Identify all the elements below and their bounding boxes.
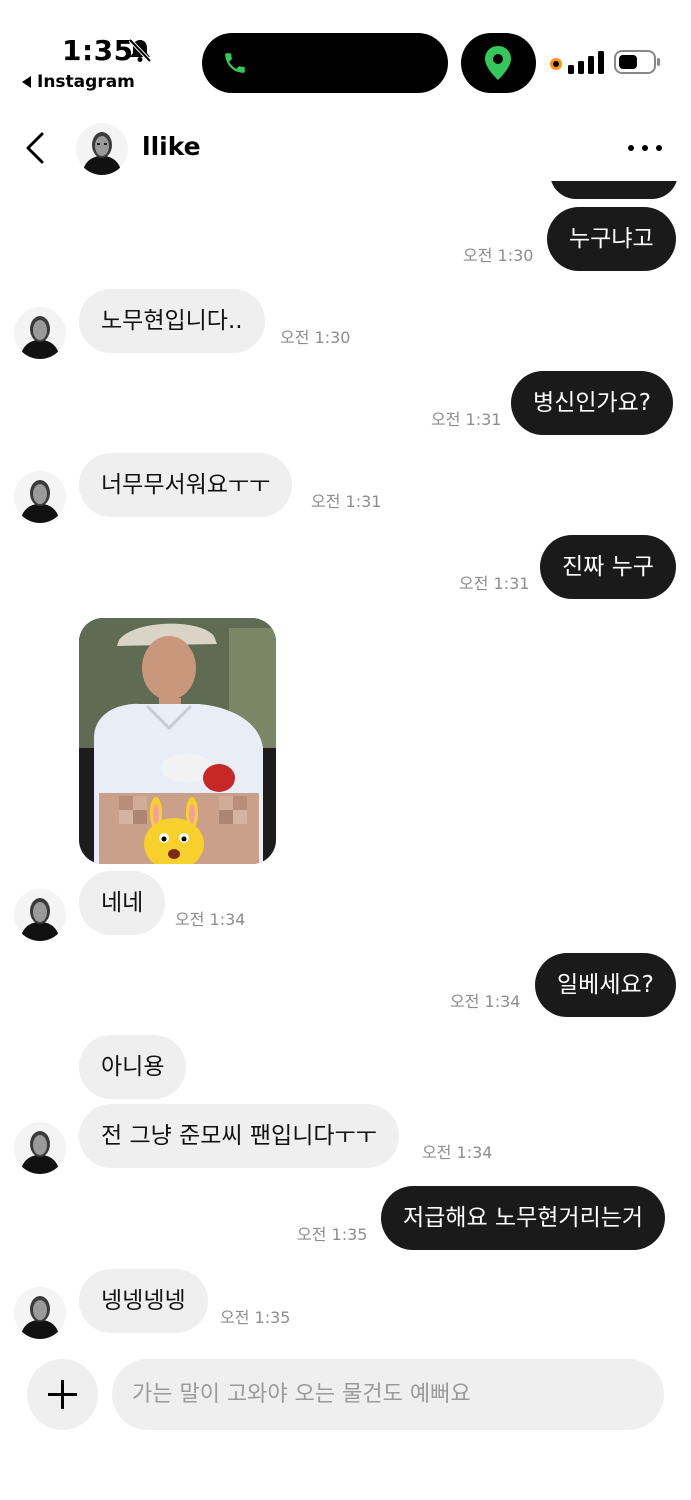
timestamp: 오전 1:34 bbox=[175, 910, 246, 929]
avatar-portrait-icon bbox=[14, 1122, 66, 1174]
contact-avatar[interactable] bbox=[14, 889, 66, 941]
back-triangle-icon bbox=[22, 76, 31, 88]
timestamp: 오전 1:30 bbox=[463, 246, 534, 265]
timestamp: 오전 1:35 bbox=[220, 1308, 291, 1327]
status-bar: 1:35 Instagram bbox=[0, 0, 691, 110]
back-to-app-link[interactable]: Instagram bbox=[22, 72, 135, 92]
dynamic-island-call[interactable] bbox=[202, 33, 448, 93]
avatar-portrait-icon bbox=[14, 889, 66, 941]
message-bubble-incoming[interactable]: 넹넹넹넹 bbox=[79, 1269, 208, 1333]
phone-icon bbox=[225, 53, 245, 73]
battery-icon bbox=[614, 50, 660, 74]
timestamp: 오전 1:31 bbox=[431, 410, 502, 429]
contact-avatar[interactable] bbox=[14, 471, 66, 523]
photo-message[interactable] bbox=[79, 618, 276, 864]
message-bubble-outgoing[interactable]: 저급해요 노무현거리는거 bbox=[381, 1186, 666, 1250]
message-bubble-incoming[interactable]: 아니용 bbox=[79, 1035, 187, 1099]
contact-avatar[interactable] bbox=[14, 307, 66, 359]
timestamp: 오전 1:34 bbox=[422, 1143, 493, 1162]
message-bubble-outgoing[interactable]: 병신인가요? bbox=[511, 371, 674, 435]
timestamp: 오전 1:34 bbox=[450, 992, 521, 1011]
message-bubble-outgoing[interactable]: 일베세요? bbox=[535, 953, 676, 1017]
timestamp: 오전 1:31 bbox=[459, 574, 530, 593]
timestamp: 오전 1:35 bbox=[297, 1225, 368, 1244]
contact-avatar[interactable] bbox=[14, 1122, 66, 1174]
status-time: 1:35 bbox=[62, 34, 134, 67]
cellular-signal-icon bbox=[550, 51, 604, 74]
back-app-label: Instagram bbox=[37, 72, 135, 92]
avatar-portrait-icon bbox=[76, 123, 128, 175]
message-bubble-incoming[interactable]: 네네 bbox=[79, 871, 166, 935]
silent-bell-icon bbox=[128, 38, 152, 63]
avatar-portrait-icon bbox=[14, 471, 66, 523]
message-bubble-outgoing[interactable]: 누구냐고 bbox=[547, 207, 676, 271]
more-options-icon[interactable] bbox=[628, 143, 662, 153]
message-bubble-incoming[interactable]: 너무무서워요ㅜㅜ bbox=[79, 453, 293, 517]
message-bubble-incoming[interactable]: 전 그냥 준모씨 팬입니다ㅜㅜ bbox=[79, 1104, 399, 1168]
timestamp: 오전 1:30 bbox=[280, 328, 351, 347]
message-bubble-partial[interactable] bbox=[550, 181, 678, 199]
location-pill[interactable] bbox=[461, 33, 536, 93]
chat-header: llike bbox=[0, 115, 691, 181]
timestamp: 오전 1:31 bbox=[311, 492, 382, 511]
location-pin-icon bbox=[485, 46, 511, 80]
message-input[interactable] bbox=[112, 1359, 664, 1430]
message-bubble-outgoing[interactable]: 진짜 누구 bbox=[540, 535, 676, 599]
contact-name[interactable]: llike bbox=[142, 132, 201, 161]
avatar-portrait-icon bbox=[14, 1287, 66, 1339]
message-bubble-incoming[interactable]: 노무현입니다.. bbox=[79, 289, 265, 353]
contact-avatar[interactable] bbox=[76, 123, 128, 175]
add-attachment-button[interactable] bbox=[27, 1359, 98, 1430]
contact-avatar[interactable] bbox=[14, 1287, 66, 1339]
message-thread[interactable]: 오전 1:30 누구냐고 노무현입니다.. 오전 1:30 오전 1:31 병신… bbox=[0, 181, 691, 1351]
message-composer bbox=[0, 1352, 691, 1442]
back-chevron-icon[interactable] bbox=[20, 129, 52, 167]
photo-image bbox=[79, 618, 276, 864]
avatar-portrait-icon bbox=[14, 307, 66, 359]
